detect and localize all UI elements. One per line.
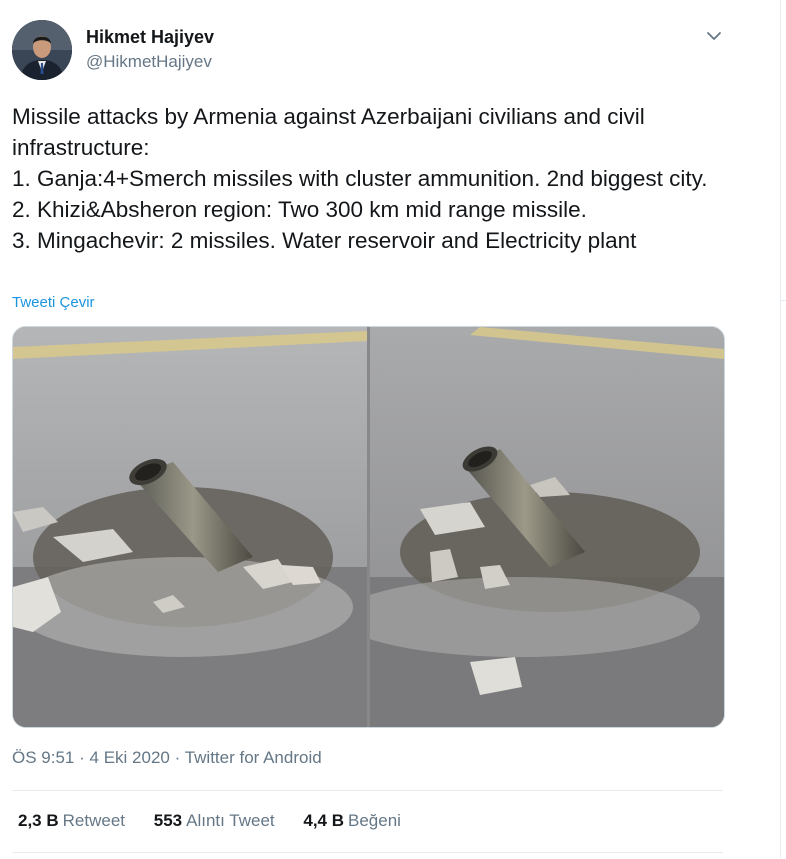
tweet-time[interactable]: ÖS 9:51 [12, 748, 74, 767]
tweet-stats: 2,3 B Retweet 553 Alıntı Tweet 4,4 B Beğeni [18, 811, 425, 831]
tweet-date[interactable]: 4 Eki 2020 [90, 748, 170, 767]
quotes-stat[interactable]: 553 Alıntı Tweet [154, 811, 275, 831]
meta-separator: · [79, 748, 85, 767]
retweets-stat[interactable]: 2,3 B Retweet [18, 811, 125, 831]
tweet-meta: ÖS 9:51 · 4 Eki 2020 · Twitter for Andro… [12, 748, 322, 768]
author-name[interactable]: Hikmet Hajiyev [86, 27, 214, 48]
quotes-count: 553 [153, 811, 183, 830]
likes-count: 4,4 B [303, 811, 345, 830]
meta-separator: · [174, 748, 181, 767]
author-handle[interactable]: @HikmetHajiyev [86, 52, 212, 72]
quotes-label: Alıntı Tweet [186, 811, 275, 830]
likes-stat[interactable]: 4,4 B Beğeni [303, 811, 401, 831]
chevron-down-icon[interactable] [703, 25, 725, 47]
sidebar-edge [780, 300, 786, 859]
tweet-photo-2[interactable] [340, 327, 724, 727]
divider [12, 790, 723, 791]
translate-link[interactable]: Tweeti Çevir [12, 294, 95, 311]
author-avatar[interactable] [12, 20, 72, 80]
retweets-label: Retweet [62, 811, 126, 830]
tweet-media [12, 326, 725, 728]
tweet-source[interactable]: Twitter for Android [185, 748, 322, 767]
retweets-count: 2,3 B [18, 811, 59, 830]
divider [12, 852, 723, 853]
tweet-photo-1[interactable] [13, 327, 367, 727]
likes-label: Beğeni [348, 811, 401, 830]
tweet-text: Missile attacks by Armenia against Azerb… [12, 104, 708, 253]
